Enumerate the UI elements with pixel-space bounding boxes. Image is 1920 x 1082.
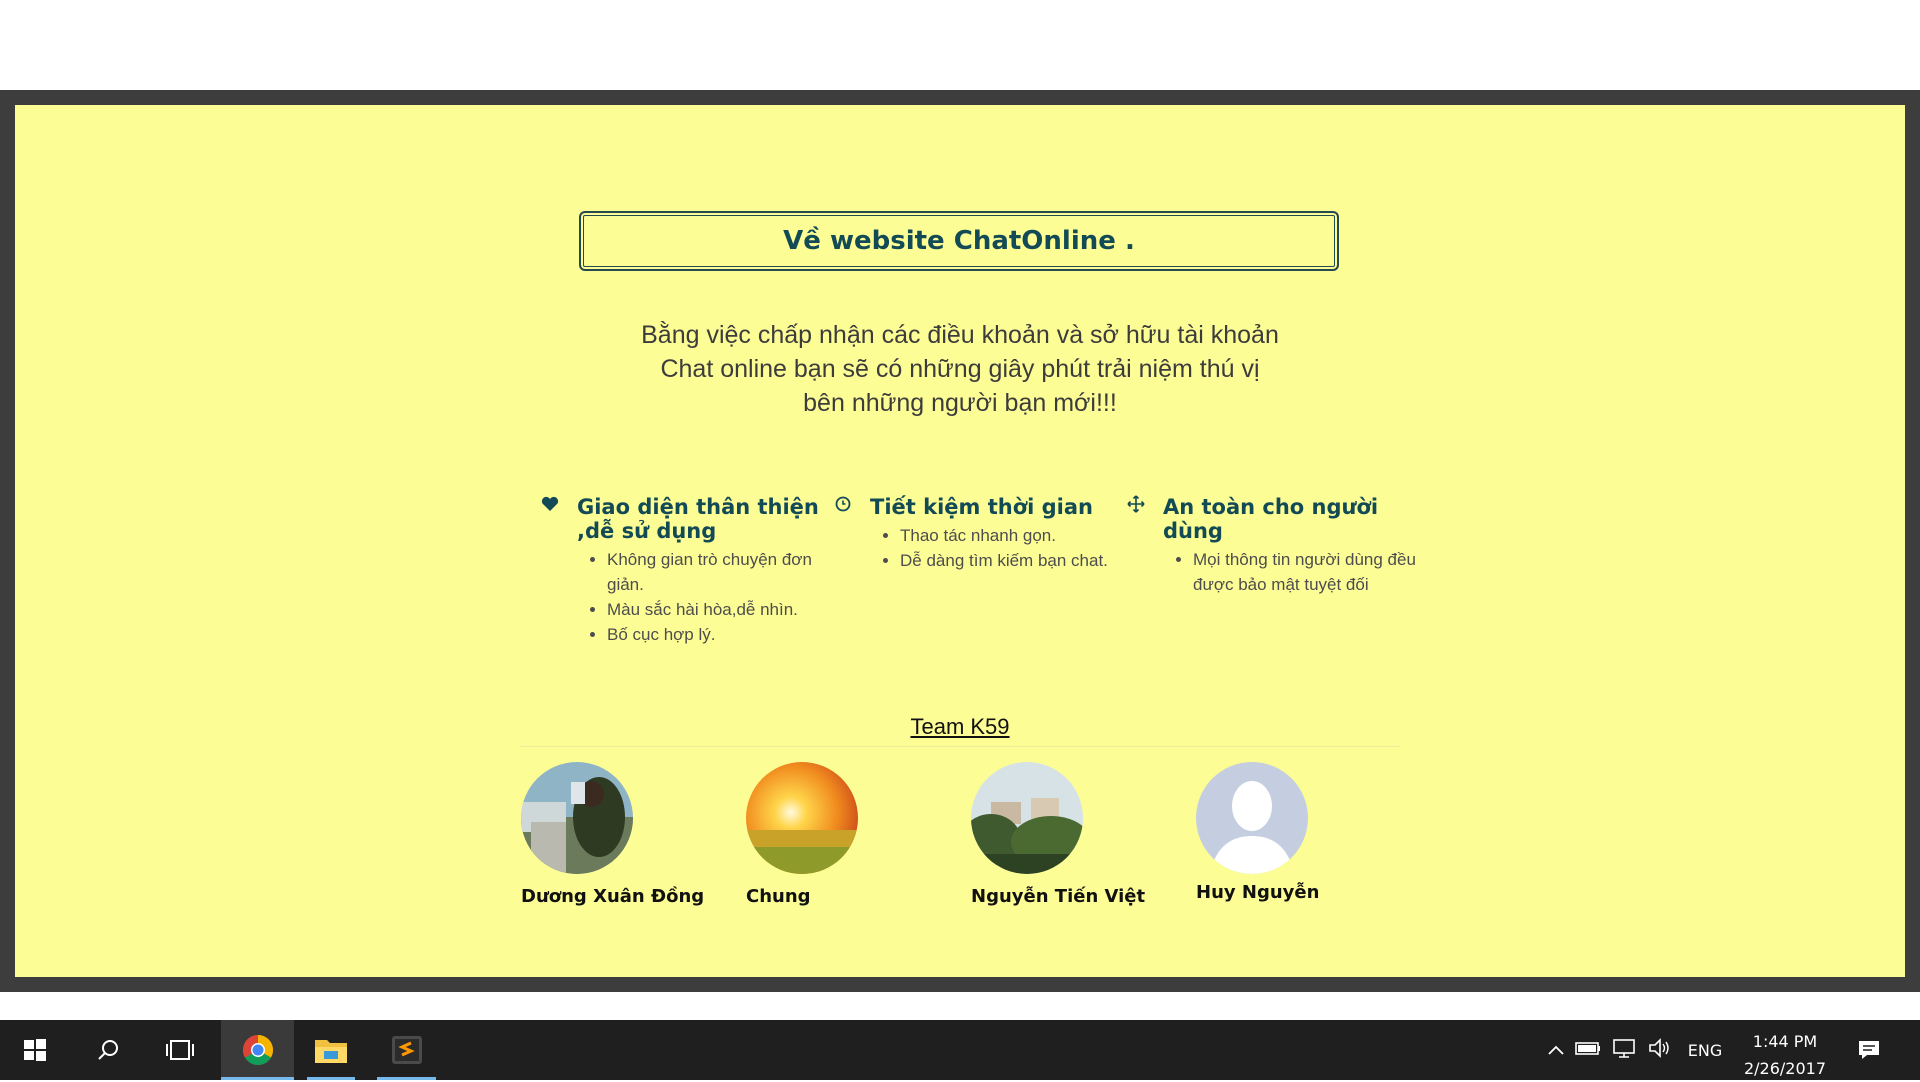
team-title[interactable]: Team K59: [860, 714, 1060, 740]
photo-avatar: [521, 762, 633, 874]
windows-taskbar: ENG 1:44 PM 2/26/2017: [0, 1020, 1920, 1080]
file-explorer-icon[interactable]: [297, 1020, 365, 1080]
member-name: Dương Xuân Đồng: [521, 886, 705, 907]
sublime-text-icon[interactable]: [375, 1020, 438, 1080]
list-item: Dễ dàng tìm kiếm bạn chat.: [900, 548, 1132, 573]
list-item: Không gian trò chuyện đơn giản.: [607, 547, 839, 597]
team-member: Chung: [746, 762, 858, 907]
intro-paragraph: Bằng việc chấp nhận các điều khoản và sở…: [560, 318, 1360, 420]
feature-safety: An toàn cho người dùng Mọi thông tin ngư…: [1127, 495, 1425, 597]
sunset-avatar: [746, 762, 858, 874]
intro-line: bên những người bạn mới!!!: [803, 389, 1117, 417]
list-item: Bố cục hợp lý.: [607, 622, 839, 647]
language-indicator[interactable]: ENG: [1678, 1041, 1732, 1060]
feature-list: Thao tác nhanh gọn. Dễ dàng tìm kiếm bạn…: [870, 523, 1132, 573]
feature-title: Tiết kiệm thời gian: [870, 495, 1093, 519]
page-title-box: Về website ChatOnline .: [579, 211, 1339, 271]
list-item: Thao tác nhanh gọn.: [900, 523, 1132, 548]
battery-icon[interactable]: [1570, 1040, 1606, 1060]
task-view-icon[interactable]: [150, 1020, 210, 1080]
chrome-icon[interactable]: [221, 1020, 294, 1080]
system-tray: ENG: [1542, 1020, 1732, 1080]
member-name: Huy Nguyễn: [1196, 882, 1320, 903]
notification-icon[interactable]: [1844, 1020, 1894, 1080]
intro-line: Chat online bạn sẽ có những giây phút tr…: [660, 355, 1260, 383]
team-member: Nguyễn Tiến Việt: [971, 762, 1145, 907]
page-title: Về website ChatOnline .: [783, 226, 1135, 256]
chevron-up-icon[interactable]: [1542, 1041, 1570, 1060]
member-name: Nguyễn Tiến Việt: [971, 886, 1146, 907]
clock-time: 1:44 PM: [1752, 1032, 1818, 1051]
move-icon: [1125, 495, 1147, 520]
feature-save-time: Tiết kiệm thời gian Thao tác nhanh gọn. …: [835, 495, 1132, 573]
team-divider: [520, 746, 1400, 747]
list-item: Mọi thông tin người dùng đều được bảo mậ…: [1193, 547, 1425, 597]
feature-list: Không gian trò chuyện đơn giản. Màu sắc …: [577, 547, 839, 647]
feature-title: Giao diện thân thiện ,dễ sử dụng: [577, 495, 819, 543]
intro-line: Bằng việc chấp nhận các điều khoản và sở…: [641, 321, 1279, 349]
village-avatar: [971, 762, 1083, 874]
system-clock[interactable]: 1:44 PM 2/26/2017: [1730, 1028, 1840, 1082]
clock-icon: [832, 495, 854, 519]
feature-title: An toàn cho người dùng: [1163, 495, 1379, 543]
team-member: Huy Nguyễn: [1196, 762, 1319, 903]
windows-start-icon[interactable]: [0, 1020, 70, 1080]
default-avatar: [1196, 762, 1308, 874]
search-icon[interactable]: [78, 1020, 138, 1080]
heart-icon: [539, 495, 561, 519]
list-item: Màu sắc hài hòa,dễ nhìn.: [607, 597, 839, 622]
feature-friendly-ui: Giao diện thân thiện ,dễ sử dụng Không g…: [541, 495, 839, 647]
network-icon[interactable]: [1606, 1038, 1642, 1062]
clock-date: 2/26/2017: [1743, 1059, 1827, 1078]
volume-icon[interactable]: [1642, 1038, 1678, 1062]
member-name: Chung: [746, 886, 811, 907]
team-member: Dương Xuân Đồng: [521, 762, 704, 907]
feature-list: Mọi thông tin người dùng đều được bảo mậ…: [1163, 547, 1425, 597]
